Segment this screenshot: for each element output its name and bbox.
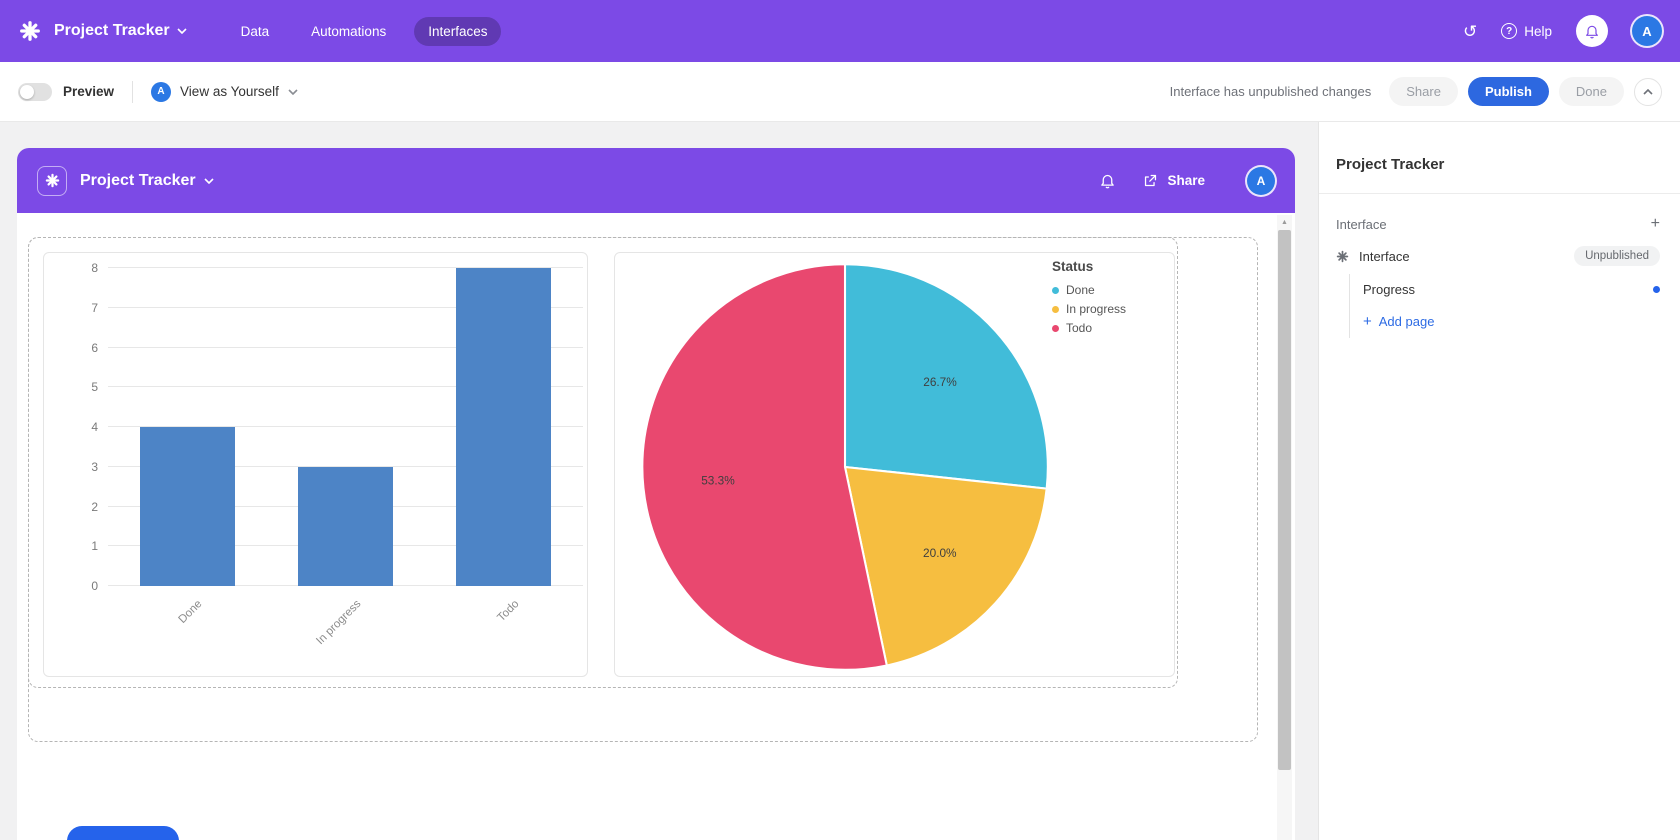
plus-icon: + <box>1363 313 1372 330</box>
app-title: Project Tracker <box>54 22 170 40</box>
bar-done <box>140 427 235 586</box>
scroll-up-arrow[interactable]: ▲ <box>1277 215 1292 229</box>
interface-avatar[interactable]: A <box>1247 167 1275 195</box>
pie-legend: Status Done In progress Todo <box>1052 259 1126 340</box>
publish-button[interactable]: Publish <box>1468 77 1549 106</box>
view-as-label: View as Yourself <box>180 84 279 99</box>
unpublished-badge: Unpublished <box>1574 246 1660 266</box>
panel-title: Project Tracker <box>1319 122 1680 193</box>
legend-label: In progress <box>1066 302 1126 316</box>
collapse-toolbar-button[interactable] <box>1634 78 1662 106</box>
interface-share-button[interactable]: Share <box>1142 172 1205 189</box>
chevron-down-icon <box>177 28 187 34</box>
y-tick-label: 5 <box>68 380 98 394</box>
pie-percent-label: 53.3% <box>701 473 735 487</box>
notification-dot <box>1653 286 1660 293</box>
share-label: Share <box>1167 173 1205 188</box>
view-as-selector[interactable]: A View as Yourself <box>151 82 298 102</box>
sidebar-item-progress[interactable]: Progress <box>1350 274 1680 305</box>
app-title-menu[interactable]: Project Tracker <box>54 22 187 40</box>
chevron-up-icon <box>1643 89 1653 95</box>
preview-label: Preview <box>63 84 114 99</box>
interface-header: Project Tracker Share A <box>17 148 1295 213</box>
interface-canvas: Project Tracker Share A 012345678DoneIn … <box>17 148 1295 840</box>
bar-plot: 012345678DoneIn progressTodo <box>108 268 583 586</box>
legend-items: Done In progress Todo <box>1052 283 1126 335</box>
bar-in-progress <box>298 467 393 586</box>
tab-automations[interactable]: Automations <box>297 17 400 46</box>
main-nav-tabs: Data Automations Interfaces <box>227 17 502 46</box>
y-tick-label: 3 <box>68 460 98 474</box>
chevron-down-icon <box>288 89 298 95</box>
interface-header-right: Share A <box>1099 167 1275 195</box>
add-page-label: Add page <box>1379 314 1435 329</box>
bar-chart-element[interactable]: 012345678DoneIn progressTodo <box>43 252 588 677</box>
page-tree: Progress + Add page <box>1349 274 1680 338</box>
y-tick-label: 1 <box>68 539 98 553</box>
top-nav-right: ↺ ? Help A <box>1463 15 1662 47</box>
preview-toggle[interactable] <box>18 83 52 101</box>
y-tick-label: 4 <box>68 420 98 434</box>
toolbar-right: Interface has unpublished changes Share … <box>1170 77 1662 106</box>
y-tick-label: 2 <box>68 500 98 514</box>
done-button[interactable]: Done <box>1559 77 1624 106</box>
notifications-button[interactable] <box>1576 15 1608 47</box>
legend-dot-icon <box>1052 306 1059 313</box>
unpublished-status-text: Interface has unpublished changes <box>1170 84 1372 99</box>
y-tick-label: 6 <box>68 341 98 355</box>
legend-title: Status <box>1052 259 1126 274</box>
question-icon: ? <box>1501 23 1517 39</box>
toggle-knob <box>20 85 34 99</box>
item-label: Interface <box>1359 249 1410 264</box>
help-label: Help <box>1524 24 1552 39</box>
scrollbar-thumb[interactable] <box>1278 230 1291 770</box>
share-icon <box>1142 172 1159 189</box>
pie-percent-label: 26.7% <box>923 375 957 389</box>
help-button[interactable]: ? Help <box>1501 23 1552 39</box>
interface-section-header: Interface + <box>1319 194 1680 238</box>
canvas-scrollbar: ▲ <box>1277 215 1292 840</box>
sidebar-item-interface[interactable]: Interface Unpublished <box>1319 238 1680 274</box>
user-avatar[interactable]: A <box>1632 16 1662 46</box>
history-icon[interactable]: ↺ <box>1463 23 1477 40</box>
bell-icon[interactable] <box>1099 172 1116 189</box>
interface-title: Project Tracker <box>80 172 196 190</box>
toolbar-divider <box>132 81 133 103</box>
legend-label: Done <box>1066 283 1095 297</box>
preview-toolbar: Preview A View as Yourself Interface has… <box>0 62 1680 122</box>
legend-dot-icon <box>1052 325 1059 332</box>
legend-item: Todo <box>1052 321 1126 335</box>
legend-dot-icon <box>1052 287 1059 294</box>
interface-logo-button[interactable] <box>37 166 67 196</box>
tab-interfaces[interactable]: Interfaces <box>414 17 501 46</box>
interface-title-menu[interactable]: Project Tracker <box>80 172 214 190</box>
bell-icon <box>1584 23 1600 39</box>
add-page-button[interactable]: + Add page <box>1350 305 1680 338</box>
bar-todo <box>456 268 551 586</box>
y-tick-label: 8 <box>68 261 98 275</box>
legend-item: Done <box>1052 283 1126 297</box>
view-as-avatar: A <box>151 82 171 102</box>
right-panel: Project Tracker Interface + Interface Un… <box>1318 122 1680 840</box>
legend-item: In progress <box>1052 302 1126 316</box>
pinwheel-icon <box>1336 250 1349 263</box>
share-button[interactable]: Share <box>1389 77 1458 106</box>
legend-label: Todo <box>1066 321 1092 335</box>
pie-percent-label: 20.0% <box>923 546 957 560</box>
tab-data[interactable]: Data <box>227 17 284 46</box>
pinwheel-icon <box>45 173 60 188</box>
y-tick-label: 7 <box>68 301 98 315</box>
section-label: Interface <box>1336 217 1387 232</box>
add-element-button-partial[interactable] <box>67 826 179 840</box>
add-interface-button[interactable]: + <box>1651 216 1660 232</box>
pie-chart-element[interactable]: 26.7% 20.0% 53.3% Status Done In progress To… <box>614 252 1175 677</box>
item-label: Progress <box>1363 282 1415 297</box>
chevron-down-icon <box>204 178 214 184</box>
app-logo-pinwheel-icon <box>18 19 42 43</box>
y-tick-label: 0 <box>68 579 98 593</box>
pie-svg: 26.7% 20.0% 53.3% <box>635 257 1055 677</box>
top-nav-bar: Project Tracker Data Automations Interfa… <box>0 0 1680 62</box>
